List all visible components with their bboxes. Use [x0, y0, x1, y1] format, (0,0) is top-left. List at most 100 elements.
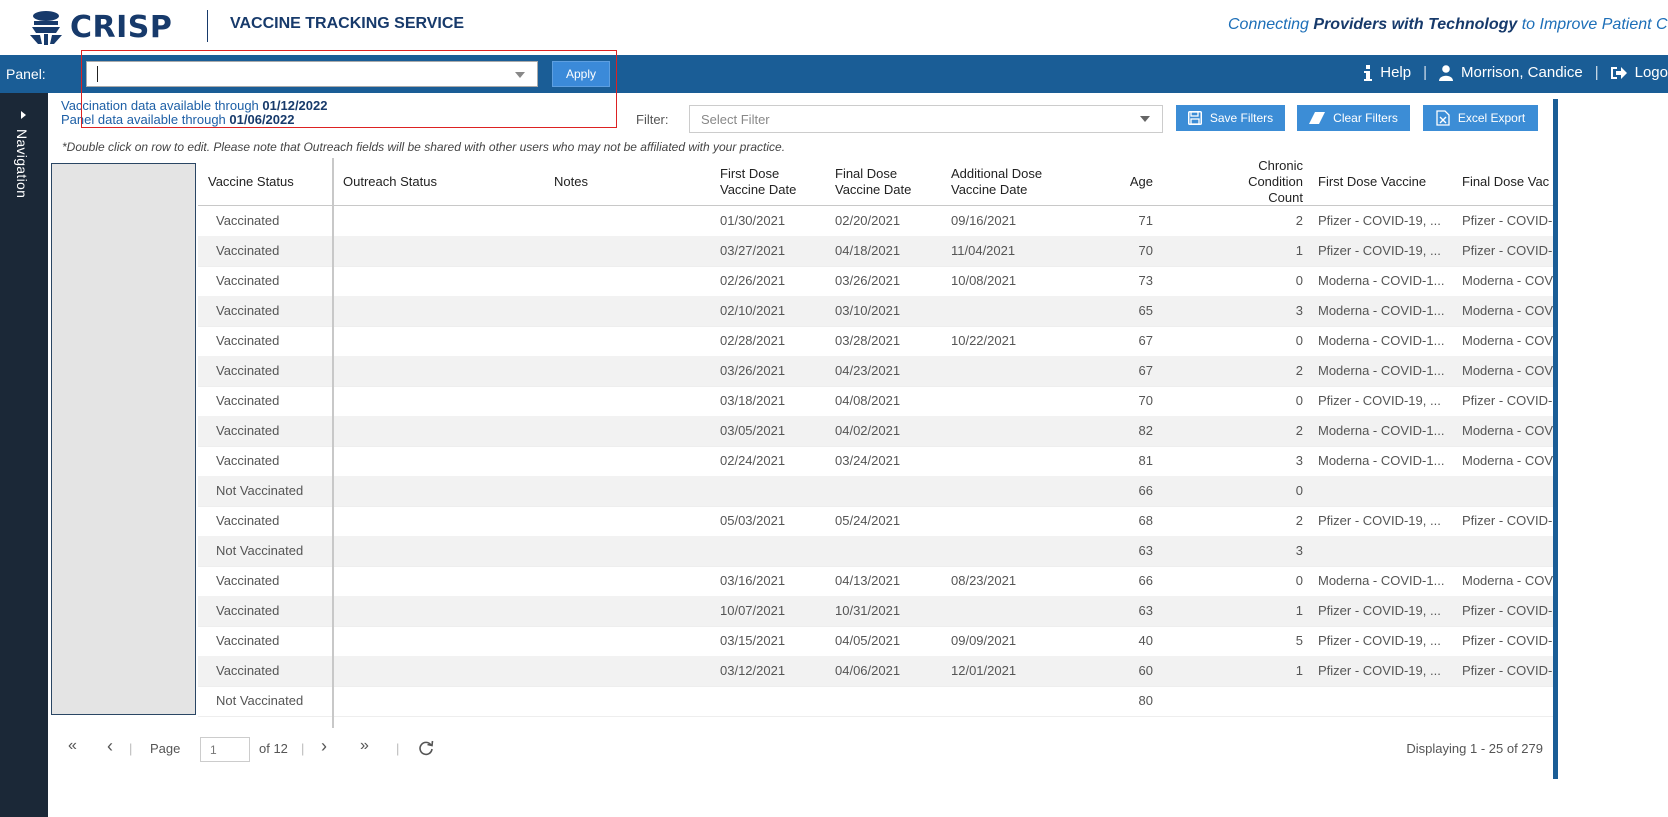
table-cell: Moderna - COV — [1462, 333, 1553, 348]
tagline-start: Connecting — [1228, 16, 1314, 33]
panel-select[interactable] — [86, 61, 538, 87]
table-cell: 70 — [1138, 393, 1153, 408]
table-cell: Pfizer - COVID- — [1462, 633, 1553, 648]
column-header[interactable]: Final Dose Vaccine Date — [831, 158, 941, 205]
table-cell: Pfizer - COVID-19, ... — [1318, 243, 1441, 258]
last-page-button[interactable]: » — [360, 737, 369, 755]
clear-filters-label: Clear Filters — [1333, 111, 1398, 125]
save-filters-button[interactable]: Save Filters — [1176, 105, 1285, 131]
table-row[interactable]: Vaccinated 03/26/2021 04/23/2021 67 2 Moderna… — [198, 356, 1553, 387]
table-cell: Pfizer - COVID- — [1462, 213, 1553, 228]
filter-select[interactable]: Select Filter — [689, 105, 1163, 133]
table-row[interactable]: Not Vaccinated 63 3 — [198, 536, 1553, 567]
column-header[interactable]: Outreach Status — [339, 158, 539, 205]
table-cell: 67 — [1138, 363, 1153, 378]
prev-page-button[interactable]: ‹ — [107, 736, 113, 757]
table-cell: Pfizer - COVID- — [1462, 393, 1553, 408]
table-row[interactable]: Vaccinated 02/10/2021 03/10/2021 65 3 Moderna… — [198, 296, 1553, 327]
table-cell: 05/03/2021 — [720, 513, 786, 528]
apply-button[interactable]: Apply — [552, 61, 610, 87]
table-cell: 1 — [1295, 663, 1303, 678]
table-cell: 71 — [1138, 213, 1153, 228]
table-cell — [947, 506, 1071, 536]
table-cell: Pfizer - COVID-19, ... — [1318, 513, 1441, 528]
frozen-column — [51, 163, 196, 715]
table-cell: 0 — [1295, 393, 1303, 408]
table-cell: Not Vaccinated — [216, 483, 304, 498]
separator: | — [301, 741, 305, 756]
table-cell: 03/24/2021 — [835, 453, 901, 468]
table-cell: 60 — [1138, 663, 1153, 678]
user-profile[interactable]: Morrison, Candice — [1439, 64, 1583, 81]
table-cell: Moderna - COV — [1462, 423, 1553, 438]
page-number-input[interactable]: 1 — [200, 737, 250, 762]
table-cell: 0 — [1295, 483, 1303, 498]
panel-bar: Panel: Apply Help | Morrison, Candice | … — [0, 55, 1668, 93]
crisp-logo[interactable]: CRISP — [28, 6, 172, 48]
table-row[interactable]: Vaccinated 03/12/2021 04/06/2021 12/01/2021… — [198, 656, 1553, 687]
excel-export-button[interactable]: Excel Export — [1423, 105, 1538, 131]
table-cell: Vaccinated — [216, 393, 280, 408]
table-row[interactable]: Vaccinated 02/28/2021 03/28/2021 10/22/2021… — [198, 326, 1553, 357]
eraser-icon — [1309, 112, 1326, 124]
chevron-down-icon[interactable] — [1140, 116, 1150, 122]
table-cell: Moderna - COV — [1462, 363, 1553, 378]
table-cell: Moderna - COV — [1462, 453, 1553, 468]
first-page-button[interactable]: « — [68, 737, 77, 755]
column-header[interactable]: First Dose Vaccine — [1314, 158, 1456, 205]
table-row[interactable]: Vaccinated 02/26/2021 03/26/2021 10/08/2021… — [198, 266, 1553, 297]
table-row[interactable]: Vaccinated 05/03/2021 05/24/2021 68 2 Pfizer … — [198, 506, 1553, 537]
table-cell — [1314, 686, 1456, 716]
column-header[interactable]: Vaccine Status — [204, 158, 332, 205]
filter-placeholder: Select Filter — [701, 112, 770, 127]
expand-arrow-icon[interactable] — [21, 111, 26, 119]
table-cell: 02/24/2021 — [720, 453, 786, 468]
column-header[interactable]: Additional Dose Vaccine Date — [947, 158, 1071, 205]
scrollbar[interactable] — [1553, 99, 1558, 779]
help-link[interactable]: Help — [1364, 64, 1411, 81]
table-cell — [550, 566, 710, 596]
table-row[interactable]: Vaccinated 03/15/2021 04/05/2021 09/09/2021… — [198, 626, 1553, 657]
column-header[interactable]: First Dose Vaccine Date — [716, 158, 826, 205]
table-cell: 08/23/2021 — [951, 573, 1017, 588]
table-row[interactable]: Vaccinated 03/27/2021 04/18/2021 11/04/2021… — [198, 236, 1553, 267]
table-cell — [550, 536, 710, 566]
table-cell: Vaccinated — [216, 573, 280, 588]
navigation-panel[interactable]: Navigation — [0, 93, 48, 817]
table-cell — [339, 296, 539, 326]
column-header-line: Final Dose — [835, 165, 898, 181]
table-row[interactable]: Not Vaccinated 66 0 — [198, 476, 1553, 507]
column-header[interactable]: Chronic Condition Count — [1215, 158, 1311, 205]
table-cell: Pfizer - COVID- — [1462, 243, 1553, 258]
table-cell: Not Vaccinated — [216, 543, 304, 558]
column-header-line: First Dose Vaccine — [1318, 173, 1427, 189]
refresh-icon[interactable] — [418, 740, 434, 756]
table-cell — [339, 416, 539, 446]
chevron-down-icon[interactable] — [515, 72, 525, 78]
table-cell — [947, 416, 1071, 446]
table-cell — [831, 476, 941, 506]
table-cell: 04/08/2021 — [835, 393, 901, 408]
column-header-label: Age — [1130, 174, 1153, 190]
column-header[interactable]: Notes — [550, 158, 710, 205]
table-cell — [339, 476, 539, 506]
column-header[interactable]: Final Dose Vac — [1458, 158, 1553, 205]
table-cell: 03/27/2021 — [720, 243, 786, 258]
table-cell: Moderna - COV — [1462, 303, 1553, 318]
logout-link[interactable]: Logo — [1610, 64, 1668, 81]
table-row[interactable]: Vaccinated 10/07/2021 10/31/2021 63 1 Pfizer … — [198, 596, 1553, 627]
table-row[interactable]: Vaccinated 02/24/2021 03/24/2021 81 3 Moderna… — [198, 446, 1553, 477]
table-row[interactable]: Vaccinated 03/16/2021 04/13/2021 08/23/2021… — [198, 566, 1553, 597]
table-cell: Not Vaccinated — [216, 693, 304, 708]
table-row[interactable]: Vaccinated 03/18/2021 04/08/2021 70 0 Pfizer … — [198, 386, 1553, 417]
table-row[interactable]: Vaccinated 03/05/2021 04/02/2021 82 2 Moderna… — [198, 416, 1553, 447]
table-row[interactable]: Not Vaccinated 80 — [198, 686, 1553, 717]
clear-filters-button[interactable]: Clear Filters — [1297, 105, 1410, 131]
table-cell: Vaccinated — [216, 363, 280, 378]
column-header-line: Additional Dose — [951, 165, 1043, 181]
table-cell: 04/18/2021 — [835, 243, 901, 258]
table-row[interactable]: Vaccinated 01/30/2021 02/20/2021 09/16/2021… — [198, 206, 1553, 237]
next-page-button[interactable]: › — [321, 736, 327, 757]
column-header[interactable]: Age — [1076, 158, 1161, 205]
table-cell — [550, 656, 710, 686]
